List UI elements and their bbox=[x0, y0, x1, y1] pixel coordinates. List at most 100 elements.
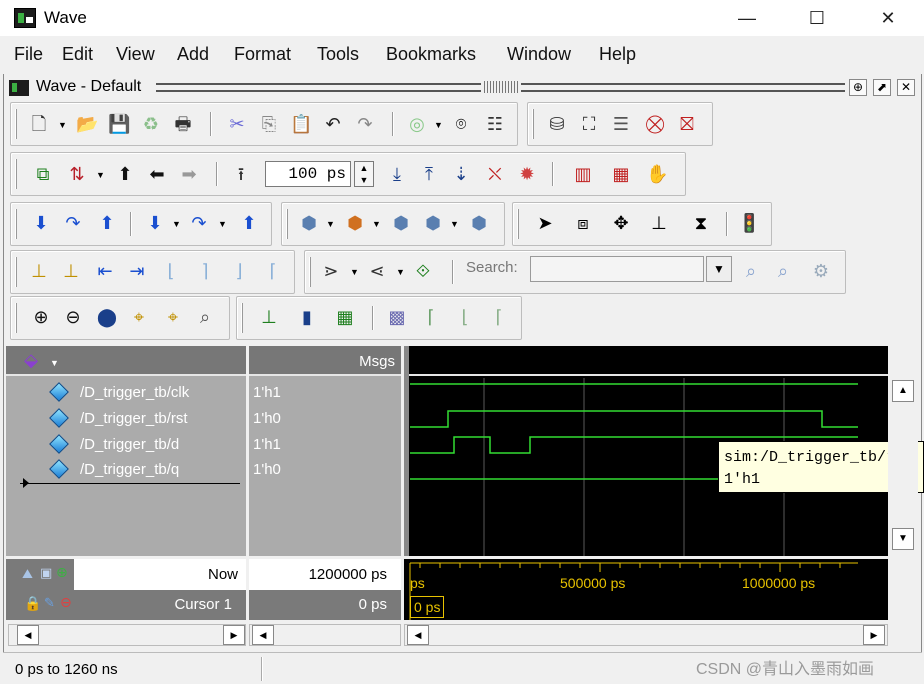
break-sim-icon[interactable]: ⛌ bbox=[484, 163, 506, 185]
step-out-next-icon[interactable]: ⬆ bbox=[238, 212, 260, 234]
break-icon[interactable]: ⛒ bbox=[644, 113, 666, 135]
menu-help[interactable]: Help bbox=[599, 44, 636, 65]
menu-format[interactable]: Format bbox=[234, 44, 291, 65]
add-cursor-plus-icon[interactable]: ⊕ bbox=[56, 564, 68, 581]
literal-icon[interactable]: ⌈ bbox=[420, 306, 442, 328]
traffic-light-icon[interactable]: 🚦 bbox=[738, 212, 760, 234]
scroll-down-button[interactable]: ▼ bbox=[892, 528, 914, 550]
values-hscrollbar[interactable]: ◀ bbox=[249, 624, 401, 646]
compile-dropdown-icon[interactable]: ▼ bbox=[434, 120, 443, 130]
signal-block-icon[interactable]: ▦ bbox=[334, 306, 356, 328]
paste-icon[interactable]: 📋 bbox=[290, 113, 312, 135]
clear-break-icon[interactable]: ⛝ bbox=[676, 113, 698, 135]
zoom-last-icon[interactable]: ⌕ bbox=[194, 306, 216, 328]
run-length-input[interactable]: 100 ps bbox=[265, 161, 351, 187]
collapse-dropdown-icon[interactable]: ▼ bbox=[396, 267, 405, 277]
delete-cursor-button-icon[interactable]: ⊖ bbox=[60, 594, 72, 611]
event-icon[interactable]: ⌈ bbox=[488, 306, 510, 328]
move-up-icon[interactable]: ⬆ bbox=[114, 163, 136, 185]
next-transition-icon[interactable]: ⌈ bbox=[262, 260, 284, 282]
dataset-icon[interactable]: ⛁ bbox=[546, 113, 568, 135]
structure-icon[interactable]: ☷ bbox=[484, 113, 506, 135]
cursor-mode-icon[interactable]: ⊥ bbox=[648, 212, 670, 234]
zoom-full-icon[interactable]: ⬤ bbox=[96, 306, 118, 328]
cursor-edit-icon[interactable]: ✎ bbox=[44, 595, 55, 611]
dataset-snapshot-icon[interactable]: ⛶ bbox=[578, 113, 600, 135]
menu-add[interactable]: Add bbox=[177, 44, 209, 65]
add-memory-icon[interactable]: ⬢ bbox=[422, 212, 444, 234]
step-over-dropdown-icon[interactable]: ▼ bbox=[218, 219, 227, 229]
menu-edit[interactable]: Edit bbox=[62, 44, 93, 65]
signal-row[interactable]: /D_trigger_tb/clk bbox=[6, 381, 246, 406]
sort-icon[interactable]: ⇅ bbox=[66, 163, 88, 185]
reload-icon[interactable]: ♻ bbox=[140, 113, 162, 135]
add-variable-icon[interactable]: ⬢ bbox=[390, 212, 412, 234]
cursor-row[interactable]: 🔒 ✎ ⊖ Cursor 1 bbox=[6, 590, 246, 620]
search-backward-icon[interactable]: ⌕ bbox=[740, 260, 762, 282]
compile-icon[interactable]: ◎ bbox=[406, 113, 428, 135]
menu-window[interactable]: Window bbox=[507, 44, 571, 65]
run-all-icon[interactable]: ⇣ bbox=[450, 163, 472, 185]
search-input[interactable] bbox=[530, 256, 704, 282]
run-icon[interactable]: ⤓ bbox=[386, 163, 408, 185]
cursor-time-marker[interactable]: 0 ps bbox=[410, 596, 445, 618]
insert-cursor-icon[interactable]: ⊥ bbox=[28, 260, 50, 282]
subwindow-close-button[interactable]: ✕ bbox=[897, 79, 915, 96]
step-out-icon[interactable]: ⬆ bbox=[96, 212, 118, 234]
add-signal-dropdown-icon[interactable]: ▼ bbox=[372, 219, 381, 229]
scroll-up-button[interactable]: ▲ bbox=[892, 380, 914, 402]
signal-row[interactable]: /D_trigger_tb/d bbox=[6, 433, 246, 458]
move-left-icon[interactable]: ⬅ bbox=[146, 163, 168, 185]
stop-icon[interactable]: ✹ bbox=[516, 163, 538, 185]
signal-group-icon[interactable]: ⬙ bbox=[20, 349, 42, 371]
cursor-panel-icon[interactable]: ▣ bbox=[40, 565, 52, 581]
step-over-next-icon[interactable]: ↷ bbox=[188, 212, 210, 234]
dataset-list-icon[interactable]: ☰ bbox=[610, 113, 632, 135]
step-into-dropdown-icon[interactable]: ▼ bbox=[172, 219, 181, 229]
menu-tools[interactable]: Tools bbox=[317, 44, 359, 65]
vertical-scrollbar[interactable]: ▲ ▼ bbox=[888, 376, 918, 556]
prev-transition-icon[interactable]: ⌋ bbox=[228, 260, 250, 282]
zoom-cursor-icon[interactable]: ⌖ bbox=[128, 306, 150, 328]
add-memory-dropdown-icon[interactable]: ▼ bbox=[450, 219, 459, 229]
pattern-icon[interactable]: ▩ bbox=[386, 306, 408, 328]
zoom-mode-icon[interactable]: ⧈ bbox=[572, 212, 594, 234]
open-folder-icon[interactable]: 📂 bbox=[76, 113, 98, 135]
delete-cursor-icon[interactable]: ⊥ bbox=[60, 260, 82, 282]
signal-row[interactable]: /D_trigger_tb/rst bbox=[6, 407, 246, 432]
lock-icon[interactable]: 🔒 bbox=[24, 595, 41, 612]
signal-row[interactable]: /D_trigger_tb/q bbox=[6, 458, 246, 483]
cursor-line-icon[interactable]: ⊥ bbox=[258, 306, 280, 328]
wave-hscrollbar[interactable]: ◀ ▶ bbox=[404, 624, 888, 646]
scroll-left-button[interactable]: ◀ bbox=[252, 625, 274, 645]
move-right-icon[interactable]: ➡ bbox=[178, 163, 200, 185]
expand-dropdown-icon[interactable]: ▼ bbox=[350, 267, 359, 277]
new-file-icon[interactable]: 🗋 bbox=[28, 113, 50, 135]
print-icon[interactable]: 🖶 bbox=[172, 113, 194, 135]
signal-bar-icon[interactable]: ▮ bbox=[296, 306, 318, 328]
zoom-between-cursors-icon[interactable]: ⌖ bbox=[162, 306, 184, 328]
scroll-left-button[interactable]: ◀ bbox=[17, 625, 39, 645]
undo-icon[interactable]: ↶ bbox=[322, 113, 344, 135]
add-cursor-icon[interactable]: ⛰ bbox=[22, 566, 33, 582]
title-grip-dots[interactable] bbox=[484, 81, 518, 93]
hand-icon[interactable]: ✋ bbox=[646, 163, 668, 185]
step-over-icon[interactable]: ↷ bbox=[62, 212, 84, 234]
run-length-icon[interactable]: ⭱ bbox=[230, 163, 252, 185]
names-hscrollbar[interactable]: ◀ ▶ bbox=[8, 624, 246, 646]
pan-mode-icon[interactable]: ✥ bbox=[610, 212, 632, 234]
cut-icon[interactable]: ✂ bbox=[226, 113, 248, 135]
sort-dropdown-icon[interactable]: ▼ bbox=[96, 170, 105, 180]
find-binoculars-icon[interactable]: ⌾ bbox=[450, 113, 472, 135]
timeline[interactable]: ps 500000 ps 1000000 ps 0 ps bbox=[404, 559, 888, 620]
scroll-right-button[interactable]: ▶ bbox=[863, 625, 885, 645]
save-icon[interactable]: 💾 bbox=[108, 113, 130, 135]
new-dropdown-icon[interactable]: ▼ bbox=[58, 120, 67, 130]
scroll-right-button[interactable]: ▶ bbox=[223, 625, 245, 645]
search-forward-icon[interactable]: ⌕ bbox=[772, 260, 794, 282]
undock-button[interactable]: ⬈ bbox=[873, 79, 891, 96]
add-port-dropdown-icon[interactable]: ▼ bbox=[326, 219, 335, 229]
falling-edge-icon[interactable]: ⌊ bbox=[160, 260, 182, 282]
select-mode-icon[interactable]: ➤ bbox=[534, 212, 556, 234]
continue-icon[interactable]: ⤒ bbox=[418, 163, 440, 185]
